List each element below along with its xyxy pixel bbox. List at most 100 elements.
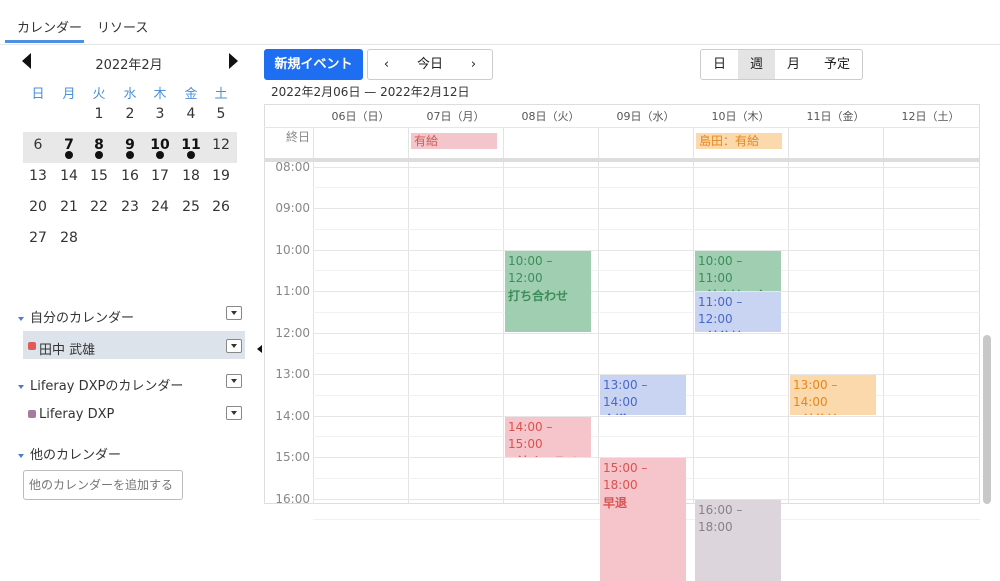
mini-calendar-day[interactable]: 28 [54,230,84,246]
event-time: 10:00 – 11:00 [698,254,743,285]
event-dot-icon [126,151,134,159]
calendar-item-label: Liferay DXP [39,407,115,422]
calendar-item-label: 田中 武雄 [39,343,96,358]
day-column-divider [313,127,314,504]
time-label: 12:00 [275,326,310,340]
other-calendars-header[interactable]: 他のカレンダー [18,444,121,463]
day-column-header[interactable]: 07日（月） [408,108,503,124]
mini-calendar-day[interactable]: 4 [176,106,206,122]
day-column-divider [598,127,599,504]
mini-calendar-day[interactable]: 16 [115,168,145,184]
mini-calendar-day[interactable]: 19 [206,168,236,184]
mini-calendar-day[interactable]: 17 [145,168,175,184]
day-column-header[interactable]: 06日（日） [313,108,408,124]
event-title: B社オンライ [508,453,588,457]
calendar-item-tanaka[interactable]: 田中 武雄 [23,331,245,359]
day-column-header[interactable]: 12日（土） [883,108,978,124]
view-day-button[interactable]: 日 [700,49,739,80]
prev-month-icon[interactable] [22,53,31,69]
calendar-color-swatch [28,410,36,418]
event-time: 14:00 – 15:00 [508,420,553,451]
collapse-sidebar-icon[interactable] [257,345,262,353]
time-label: 08:00 [275,160,310,174]
next-week-button[interactable]: › [455,49,493,80]
day-column-divider [693,127,694,504]
calendar-event[interactable]: 13:00 – 14:00 D社往訪 [790,375,876,415]
calendar-item-liferay[interactable]: Liferay DXP [23,399,245,427]
active-tab-indicator [5,40,84,43]
event-title: D社往訪 [793,411,873,415]
half-hour-line [313,229,980,230]
liferay-calendars-title: Liferay DXPのカレンダー [30,379,184,394]
calendar-event[interactable]: 10:00 – 11:00 C社来訪@会 [695,251,781,291]
view-month-button[interactable]: 月 [775,49,813,80]
tab-resources[interactable]: リソース [97,17,148,36]
grid-scrollbar[interactable] [983,335,991,504]
day-column-header[interactable]: 09日（水） [598,108,693,124]
new-event-button[interactable]: 新規イベント [264,49,363,80]
calendar-color-swatch [28,342,36,350]
mini-calendar-day[interactable]: 24 [145,199,175,215]
calendar-event[interactable]: 16:00 – 18:00 [695,500,781,581]
allday-event[interactable]: 有給 [411,133,497,149]
allday-event[interactable]: 島田：有給 [696,133,782,149]
day-column-header[interactable]: 11日（金） [788,108,883,124]
prev-week-button[interactable]: ‹ [367,49,406,80]
liferay-calendars-menu-button[interactable] [226,374,242,388]
day-column-header[interactable]: 08日（火） [503,108,598,124]
view-agenda-button[interactable]: 予定 [812,49,863,80]
half-hour-line [313,270,980,271]
hour-line [313,333,980,334]
mini-calendar-day[interactable]: 6 [23,137,53,153]
day-column-header[interactable]: 10日（木） [693,108,788,124]
mini-calendar-day[interactable]: 25 [176,199,206,215]
mini-calendar-day[interactable]: 15 [84,168,114,184]
day-column-divider [788,127,789,504]
mini-calendar-day[interactable]: 21 [54,199,84,215]
my-calendars-menu-button[interactable] [226,306,242,320]
day-column-divider [883,127,884,504]
half-hour-line [313,353,980,354]
event-title: A社往訪 [698,328,778,332]
event-time: 10:00 – 12:00 [508,254,553,285]
mini-calendar-day[interactable]: 14 [54,168,84,184]
event-time: 13:00 – 14:00 [793,378,838,409]
half-hour-line [313,436,980,437]
calendar-event[interactable]: 15:00 – 18:00 早退 [600,458,686,581]
mini-calendar-day[interactable]: 12 [206,137,236,153]
mini-calendar-day[interactable]: 22 [84,199,114,215]
tab-calendar[interactable]: カレンダー [17,17,82,36]
allday-label: 終日 [285,130,310,144]
weekday-header: 水 [123,87,137,102]
liferay-calendars-header[interactable]: Liferay DXPのカレンダー [18,375,183,394]
chevron-left-icon: ‹ [383,57,390,72]
mini-calendar-day[interactable]: 26 [206,199,236,215]
calendar-event[interactable]: 13:00 – 14:00 会議 [600,375,686,415]
my-calendars-header[interactable]: 自分のカレンダー [18,307,134,326]
mini-calendar-day[interactable]: 2 [115,106,145,122]
calendar-item-menu-button[interactable] [226,339,242,353]
today-button[interactable]: 今日 [405,49,456,80]
next-month-icon[interactable] [229,53,238,69]
calendar-event[interactable]: 11:00 – 12:00 A社往訪 [695,292,781,332]
hour-line [313,291,980,292]
top-tabs: カレンダー リソース [0,0,1000,45]
event-time: 15:00 – 18:00 [603,461,648,492]
calendar-event[interactable]: 10:00 – 12:00 打ち合わせ [505,251,591,332]
mini-calendar-day[interactable]: 23 [115,199,145,215]
caret-down-icon [18,453,24,458]
mini-calendar-day[interactable]: 3 [145,106,175,122]
mini-calendar-day[interactable]: 13 [23,168,53,184]
view-week-button[interactable]: 週 [738,49,776,80]
mini-calendar-day[interactable]: 5 [206,106,236,122]
add-calendar-input[interactable] [23,470,183,500]
mini-calendar-day[interactable]: 20 [23,199,53,215]
weekday-header: 木 [153,87,167,102]
calendar-item-menu-button[interactable] [226,406,242,420]
other-calendars-title: 他のカレンダー [30,448,122,463]
calendar-event[interactable]: 14:00 – 15:00 B社オンライ [505,417,591,457]
date-range-label: 2022年2月06日 — 2022年2月12日 [271,85,470,99]
mini-calendar-day[interactable]: 18 [176,168,206,184]
mini-calendar-day[interactable]: 1 [84,106,114,122]
mini-calendar-day[interactable]: 27 [23,230,53,246]
